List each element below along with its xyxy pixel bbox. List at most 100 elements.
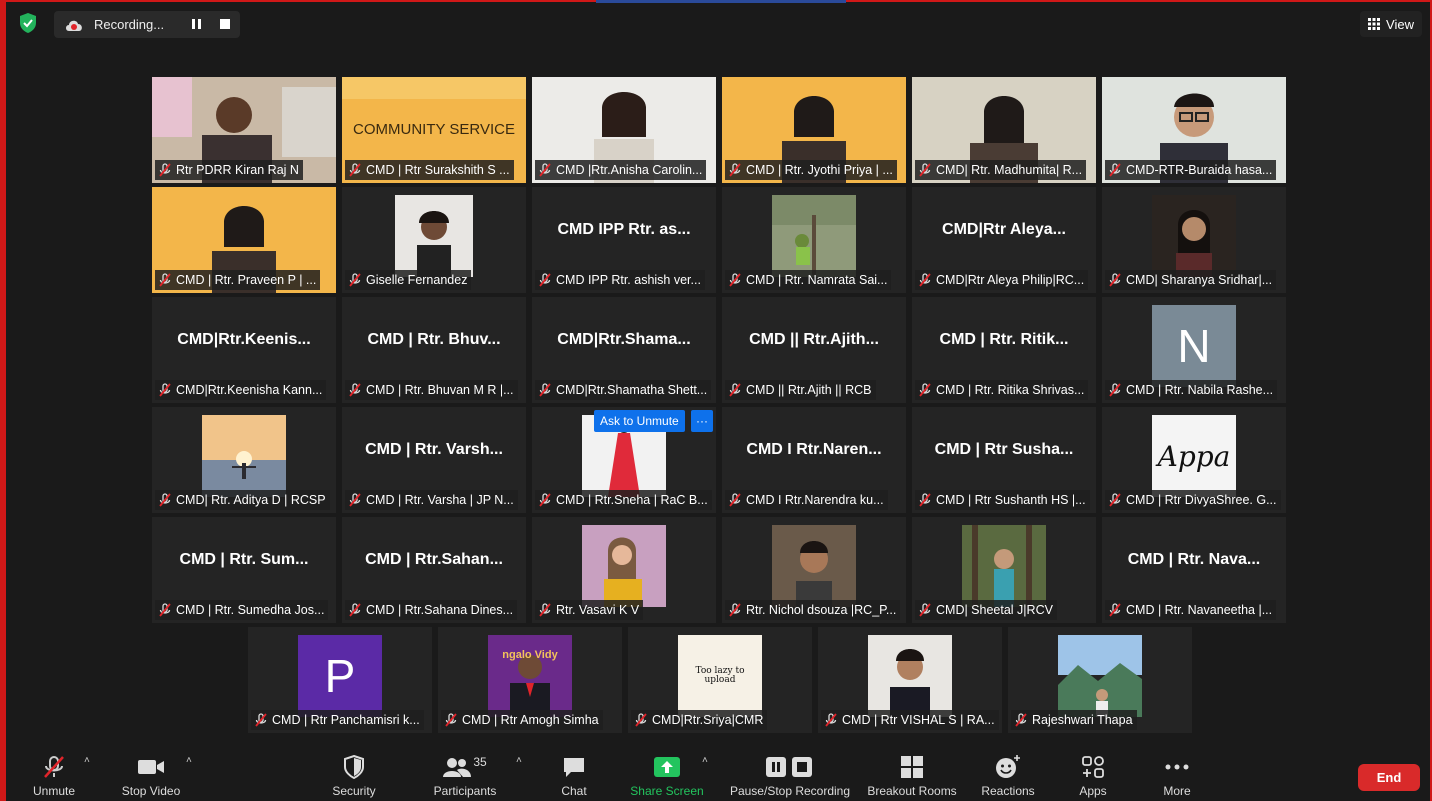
participant-tile[interactable]: COMMUNITY SERVICE CMD | Rtr Surakshith S … bbox=[342, 77, 526, 183]
participant-tile[interactable]: Appa CMD | Rtr DivyaShree. G... bbox=[1102, 407, 1286, 513]
muted-mic-icon bbox=[825, 713, 837, 727]
participants-button[interactable]: 35 Participants bbox=[430, 739, 500, 801]
participant-name-large: CMD IPP Rtr. as... bbox=[557, 221, 691, 238]
chat-button[interactable]: Chat bbox=[544, 739, 604, 801]
participant-tile[interactable]: CMD | Rtr. Namrata Sai... bbox=[722, 187, 906, 293]
muted-mic-icon bbox=[539, 493, 551, 507]
share-screen-button[interactable]: Share Screen bbox=[626, 739, 708, 801]
video-options-caret-icon[interactable]: ˄ bbox=[186, 755, 192, 766]
participant-name-label: CMD | Rtr. Sumedha Jos... bbox=[155, 600, 329, 620]
participant-name-label: Rajeshwari Thapa bbox=[1011, 710, 1137, 730]
participant-tile[interactable]: CMD IPP Rtr. as... CMD IPP Rtr. ashish ve… bbox=[532, 187, 716, 293]
participant-name: CMD | Rtr. Namrata Sai... bbox=[746, 273, 888, 287]
participant-tile[interactable]: CMD | Rtr. Nava... CMD | Rtr. Navaneetha … bbox=[1102, 517, 1286, 623]
security-button[interactable]: Security bbox=[324, 739, 384, 801]
participant-name-label: CMD| Rtr. Madhumita| R... bbox=[915, 160, 1087, 180]
muted-mic-icon bbox=[44, 756, 64, 778]
participant-tile[interactable]: CMD |Rtr.Anisha Carolin... bbox=[532, 77, 716, 183]
participant-name-large: CMD | Rtr. Nava... bbox=[1127, 551, 1261, 568]
participant-tile[interactable]: CMD|Rtr Aleya... CMD|Rtr Aleya Philip|RC.… bbox=[912, 187, 1096, 293]
participant-name: CMD| Rtr. Aditya D | RCSP bbox=[176, 493, 326, 507]
view-label: View bbox=[1386, 16, 1414, 32]
muted-mic-icon bbox=[349, 383, 361, 397]
participant-name: Giselle Fernandez bbox=[366, 273, 468, 287]
participants-label: Participants bbox=[433, 784, 497, 798]
stop-recording-icon[interactable] bbox=[220, 19, 230, 29]
ask-to-unmute-button[interactable]: Ask to Unmute bbox=[594, 410, 685, 432]
unmute-button[interactable]: Unmute bbox=[24, 739, 84, 801]
participant-tile[interactable]: Rtr. Vasavi K V bbox=[532, 517, 716, 623]
muted-mic-icon bbox=[445, 713, 457, 727]
share-options-caret-icon[interactable]: ˄ bbox=[702, 755, 708, 766]
top-bar: Recording... View bbox=[6, 2, 1430, 44]
participant-name: CMD | Rtr Panchamisri k... bbox=[272, 713, 420, 727]
muted-mic-icon bbox=[159, 493, 171, 507]
participant-name-label: CMD | Rtr VISHAL S | RA... bbox=[821, 710, 999, 730]
participant-name: CMD | Rtr VISHAL S | RA... bbox=[842, 713, 995, 727]
participant-name: CMD || Rtr.Ajith || RCB bbox=[746, 383, 872, 397]
muted-mic-icon bbox=[1109, 163, 1121, 177]
participant-tile[interactable]: CMD | Rtr. Praveen P | ... bbox=[152, 187, 336, 293]
banner-text: COMMUNITY SERVICE bbox=[353, 121, 515, 138]
participant-name: CMD|Rtr.Keenisha Kann... bbox=[176, 383, 323, 397]
participant-tile[interactable]: P CMD | Rtr Panchamisri k... bbox=[248, 627, 432, 733]
tile-more-button[interactable]: ··· bbox=[691, 410, 713, 432]
participant-name: CMD| Sharanya Sridhar|... bbox=[1126, 273, 1273, 287]
participant-tile[interactable]: CMD|Rtr.Keenis... CMD|Rtr.Keenisha Kann..… bbox=[152, 297, 336, 403]
breakout-rooms-button[interactable]: Breakout Rooms bbox=[864, 739, 960, 801]
participant-name: CMD | Rtr. Nabila Rashe... bbox=[1126, 383, 1274, 397]
participant-tile[interactable]: CMD | Rtr. Bhuv... CMD | Rtr. Bhuvan M R … bbox=[342, 297, 526, 403]
participant-picture: Too lazy to upload bbox=[678, 635, 762, 717]
participant-tile[interactable]: CMD | Rtr. Jyothi Priya | ... bbox=[722, 77, 906, 183]
participant-avatar: N bbox=[1152, 305, 1236, 387]
participant-name-label: CMD| Sheetal J|RCV bbox=[915, 600, 1057, 620]
participant-name: CMD| Rtr. Madhumita| R... bbox=[936, 163, 1083, 177]
participant-tile[interactable]: CMD| Sharanya Sridhar|... bbox=[1102, 187, 1286, 293]
participants-count: 35 bbox=[473, 755, 487, 769]
apps-label: Apps bbox=[1079, 784, 1107, 798]
participant-tile[interactable]: CMD | Rtr. Varsh... CMD | Rtr. Varsha | J… bbox=[342, 407, 526, 513]
grid-view-icon bbox=[1368, 18, 1381, 30]
muted-mic-icon bbox=[349, 603, 361, 617]
participant-name-label: CMD | Rtr. Ritika Shrivas... bbox=[915, 380, 1089, 400]
participants-options-caret-icon[interactable]: ˄ bbox=[516, 755, 522, 766]
participant-tile[interactable]: CMD | Rtr. Ritik... CMD | Rtr. Ritika Shr… bbox=[912, 297, 1096, 403]
participant-tile[interactable]: Too lazy to upload CMD|Rtr.Sriya|CMR bbox=[628, 627, 812, 733]
participant-tile[interactable]: CMD | Rtr. Sum... CMD | Rtr. Sumedha Jos.… bbox=[152, 517, 336, 623]
more-dots-icon bbox=[1165, 764, 1189, 770]
participant-tile[interactable]: Rtr PDRR Kiran Raj N bbox=[152, 77, 336, 183]
participant-tile[interactable]: CMD | Rtr.Sahan... CMD | Rtr.Sahana Dines… bbox=[342, 517, 526, 623]
security-shield-icon[interactable] bbox=[18, 12, 38, 34]
participant-tile[interactable]: Rtr. Nichol dsouza |RC_P... bbox=[722, 517, 906, 623]
more-button[interactable]: More bbox=[1152, 739, 1202, 801]
participant-name-label: CMD | Rtr. Varsha | JP N... bbox=[345, 490, 518, 510]
muted-mic-icon bbox=[349, 163, 361, 177]
reactions-button[interactable]: Reactions bbox=[976, 739, 1040, 801]
audio-options-caret-icon[interactable]: ˄ bbox=[84, 755, 90, 766]
participant-tile[interactable]: CMD I Rtr.Naren... CMD I Rtr.Narendra ku.… bbox=[722, 407, 906, 513]
participant-tile[interactable]: CMD| Sheetal J|RCV bbox=[912, 517, 1096, 623]
participant-tile[interactable]: CMD-RTR-Buraida hasa... bbox=[1102, 77, 1286, 183]
view-button[interactable]: View bbox=[1360, 11, 1422, 37]
participant-tile[interactable]: CMD || Rtr.Ajith... CMD || Rtr.Ajith || R… bbox=[722, 297, 906, 403]
muted-mic-icon bbox=[539, 273, 551, 287]
participant-avatar: P bbox=[298, 635, 382, 717]
participant-tile[interactable]: CMD| Rtr. Aditya D | RCSP bbox=[152, 407, 336, 513]
more-label: More bbox=[1163, 784, 1191, 798]
apps-button[interactable]: Apps bbox=[1068, 739, 1118, 801]
pause-stop-recording-button[interactable]: Pause/Stop Recording bbox=[722, 739, 858, 801]
participant-name: Rtr PDRR Kiran Raj N bbox=[176, 163, 299, 177]
participant-tile[interactable]: N CMD | Rtr. Nabila Rashe... bbox=[1102, 297, 1286, 403]
muted-mic-icon bbox=[159, 383, 171, 397]
pause-recording-icon[interactable] bbox=[190, 17, 204, 31]
participant-tile[interactable]: CMD| Rtr. Madhumita| R... bbox=[912, 77, 1096, 183]
participant-tile[interactable]: CMD|Rtr.Shama... CMD|Rtr.Shamatha Shett..… bbox=[532, 297, 716, 403]
participant-tile[interactable]: CMD | Rtr VISHAL S | RA... bbox=[818, 627, 1002, 733]
end-meeting-button[interactable]: End bbox=[1358, 764, 1420, 791]
participant-tile[interactable]: Giselle Fernandez bbox=[342, 187, 526, 293]
participant-tile[interactable]: ngalo Vidy CMD | Rtr Amogh Simha bbox=[438, 627, 622, 733]
participant-tile[interactable]: Rajeshwari Thapa bbox=[1008, 627, 1192, 733]
participant-tile[interactable]: CMD | Rtr Susha... CMD | Rtr Sushanth HS … bbox=[912, 407, 1096, 513]
participant-name-label: CMD | Rtr Amogh Simha bbox=[441, 710, 603, 730]
stop-video-button[interactable]: Stop Video bbox=[116, 739, 186, 801]
